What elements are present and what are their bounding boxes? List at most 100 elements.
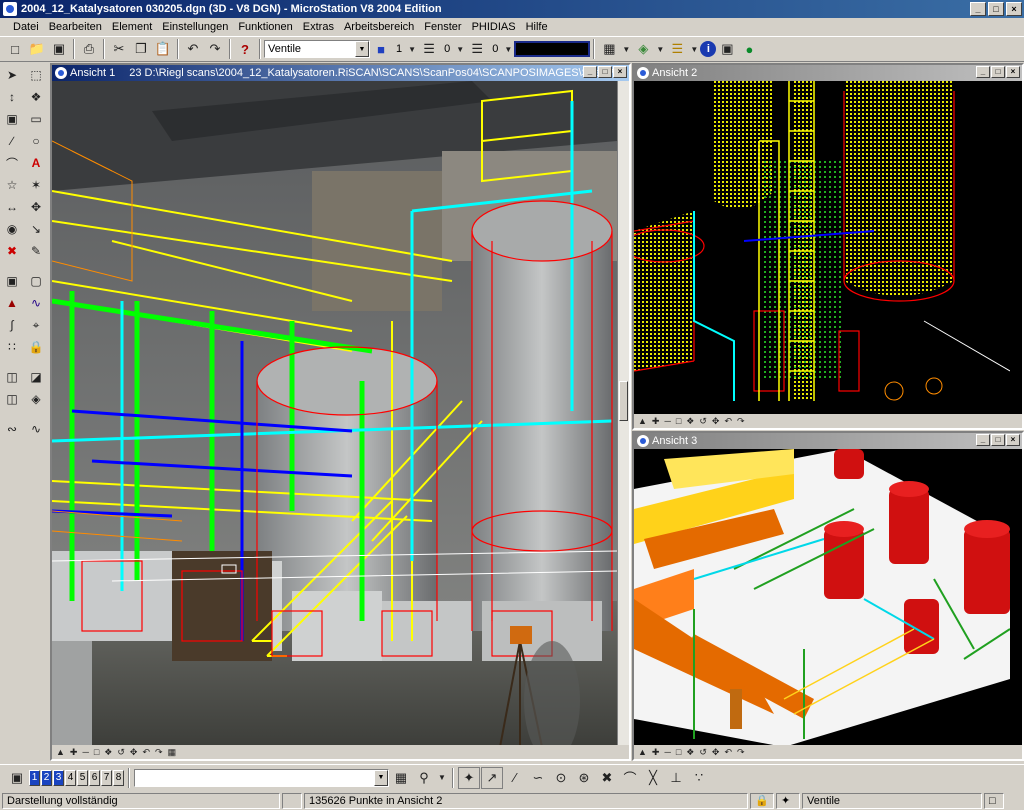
snap-status-icon[interactable]: ✦ — [776, 792, 800, 809]
view-1-minimize-button[interactable]: _ — [583, 66, 597, 78]
close-button[interactable]: × — [1006, 2, 1022, 16]
view-lock-icon[interactable]: ▲ — [638, 747, 647, 757]
level-select[interactable]: Ventile ▼ — [264, 40, 370, 58]
zoom-in-icon[interactable]: ✚ — [70, 747, 78, 758]
view-fit-icon[interactable]: ▢ — [25, 270, 47, 292]
cell-icon[interactable]: ☆ — [1, 174, 23, 196]
view-3-canvas[interactable] — [634, 449, 1022, 745]
view-toggle-2[interactable]: 2 — [41, 769, 52, 786]
new-file-icon[interactable]: □ — [4, 38, 26, 60]
chevron-down-icon[interactable]: ▼ — [654, 38, 666, 60]
active-level-status[interactable]: Ventile — [802, 792, 982, 809]
chevron-down-icon[interactable]: ▼ — [688, 38, 700, 60]
pin-icon[interactable]: ❖ — [25, 86, 47, 108]
view-2-close-button[interactable]: × — [1006, 66, 1020, 78]
layers-icon[interactable]: ☰ — [666, 38, 688, 60]
view-toggle-1[interactable]: 1 — [29, 769, 40, 786]
tangent-snap-icon[interactable]: ∽ — [527, 767, 549, 789]
origin-snap-icon[interactable]: ⊛ — [573, 767, 595, 789]
view-groups-icon[interactable]: ▣ — [6, 767, 28, 789]
print-icon[interactable]: ⎙ — [78, 38, 100, 60]
view-toggle-8[interactable]: 8 — [113, 769, 124, 786]
zoom-out-icon[interactable]: ─ — [664, 416, 670, 426]
active-color-swatch[interactable] — [514, 41, 591, 57]
accudraw-icon[interactable]: ↗ — [481, 766, 503, 789]
zoom-search-icon[interactable]: ⚲ — [413, 767, 435, 789]
polyline-icon[interactable]: ∾ — [1, 418, 23, 440]
view-1-canvas[interactable] — [52, 81, 629, 745]
line-icon[interactable]: ∕ — [1, 130, 23, 152]
view-window-2[interactable]: Ansicht 2 _ □ × ▲ ✚ ─ □ ❖ ↺ ✥ ↶ ↷ — [632, 63, 1024, 430]
fit-view-icon[interactable]: ❖ — [686, 747, 694, 758]
nearest-snap-icon[interactable]: ∵ — [688, 767, 710, 789]
references-icon[interactable]: ◈ — [632, 38, 654, 60]
view-toggle-3[interactable]: 3 — [53, 769, 64, 786]
fit-view-icon[interactable]: ❖ — [104, 747, 112, 758]
view-toggle-5[interactable]: 5 — [77, 769, 88, 786]
view-2-maximize-button[interactable]: □ — [991, 66, 1005, 78]
view-lock-icon[interactable]: ▲ — [638, 416, 647, 426]
rotate-view-icon[interactable]: ↺ — [699, 416, 707, 427]
view-toggle-6[interactable]: 6 — [89, 769, 100, 786]
view-menu-icon[interactable] — [637, 435, 649, 447]
menu-fenster[interactable]: Fenster — [419, 21, 466, 33]
rotate-view-icon[interactable]: ↺ — [117, 747, 125, 758]
chevron-down-icon[interactable]: ▼ — [355, 41, 369, 57]
window-area-icon[interactable]: □ — [676, 416, 681, 426]
menu-hilfe[interactable]: Hilfe — [521, 21, 553, 33]
view-attributes-icon[interactable]: ▦ — [168, 747, 177, 758]
point-icon[interactable]: ⌖ — [25, 314, 47, 336]
maximize-button[interactable]: □ — [988, 2, 1004, 16]
copy-icon[interactable]: ❐ — [130, 38, 152, 60]
save-icon[interactable]: ▣ — [48, 38, 70, 60]
help-icon[interactable]: ? — [234, 38, 256, 60]
pattern-icon[interactable]: ✶ — [25, 174, 47, 196]
view-1-scroll-thumb[interactable] — [619, 381, 628, 421]
menu-extras[interactable]: Extras — [298, 21, 339, 33]
snap-toggle-icon[interactable]: ✦ — [458, 766, 480, 789]
surface-icon[interactable]: ◪ — [25, 366, 47, 388]
undo-icon[interactable]: ↶ — [182, 38, 204, 60]
dimension-icon[interactable]: ↔ — [1, 196, 23, 218]
linestyle-icon[interactable]: ☰ — [418, 38, 440, 60]
lineweight-value[interactable]: 0 — [488, 43, 502, 55]
grid-icon[interactable]: ▦ — [598, 38, 620, 60]
redo-icon[interactable]: ↷ — [204, 38, 226, 60]
pan-view-icon[interactable]: ✥ — [712, 416, 720, 427]
view-1-maximize-button[interactable]: □ — [598, 66, 612, 78]
pan-view-icon[interactable]: ✥ — [712, 747, 720, 758]
view-toggle-4[interactable]: 4 — [65, 769, 76, 786]
snap-icon[interactable]: ∫ — [1, 314, 23, 336]
menu-einstellungen[interactable]: Einstellungen — [157, 21, 233, 33]
text-icon[interactable]: A — [25, 152, 47, 174]
view-group-select[interactable]: ▼ — [134, 768, 389, 787]
rectangle-icon[interactable]: ▭ — [25, 108, 47, 130]
menu-funktionen[interactable]: Funktionen — [233, 21, 297, 33]
view-previous-icon[interactable]: ↶ — [724, 747, 732, 758]
zoom-out-icon[interactable]: ─ — [664, 747, 670, 757]
chevron-down-icon[interactable]: ▼ — [620, 38, 632, 60]
view-window-3[interactable]: Ansicht 3 _ □ × ▲ ✚ ─ □ ❖ ↺ ✥ ↶ ↷ — [632, 431, 1024, 761]
view-lock-icon[interactable]: ▲ — [56, 747, 65, 757]
color-picker-icon[interactable]: ■ — [370, 38, 392, 60]
cylinder-icon[interactable]: ◫ — [1, 388, 23, 410]
views-arrange-icon[interactable]: ▦ — [390, 767, 412, 789]
modify-icon[interactable]: ↘ — [25, 218, 47, 240]
spline-icon[interactable]: ∿ — [25, 292, 47, 314]
view-2-canvas[interactable] — [634, 81, 1022, 414]
view-window-1[interactable]: Ansicht 1 23 D:\Riegl scans\2004_12_Kata… — [50, 63, 631, 761]
zoom-in-icon[interactable]: ✚ — [652, 747, 660, 758]
design-file-status-icon[interactable]: □ — [984, 792, 1004, 809]
view-1-close-button[interactable]: × — [613, 66, 627, 78]
lock-icon[interactable]: 🔒 — [25, 336, 47, 358]
zoom-out-icon[interactable]: ─ — [82, 747, 88, 757]
window-area-icon[interactable]: □ — [676, 747, 681, 757]
chevron-down-icon[interactable]: ▼ — [374, 769, 388, 786]
open-folder-icon[interactable]: 📁 — [26, 38, 48, 60]
delete-icon[interactable]: ✖ — [1, 240, 23, 262]
curve-icon[interactable]: ∿ — [25, 418, 47, 440]
move-icon[interactable]: ✥ — [25, 196, 47, 218]
selection-icon[interactable]: ▣ — [716, 38, 738, 60]
globe-icon[interactable]: ● — [738, 38, 760, 60]
menu-bearbeiten[interactable]: Bearbeiten — [44, 21, 107, 33]
